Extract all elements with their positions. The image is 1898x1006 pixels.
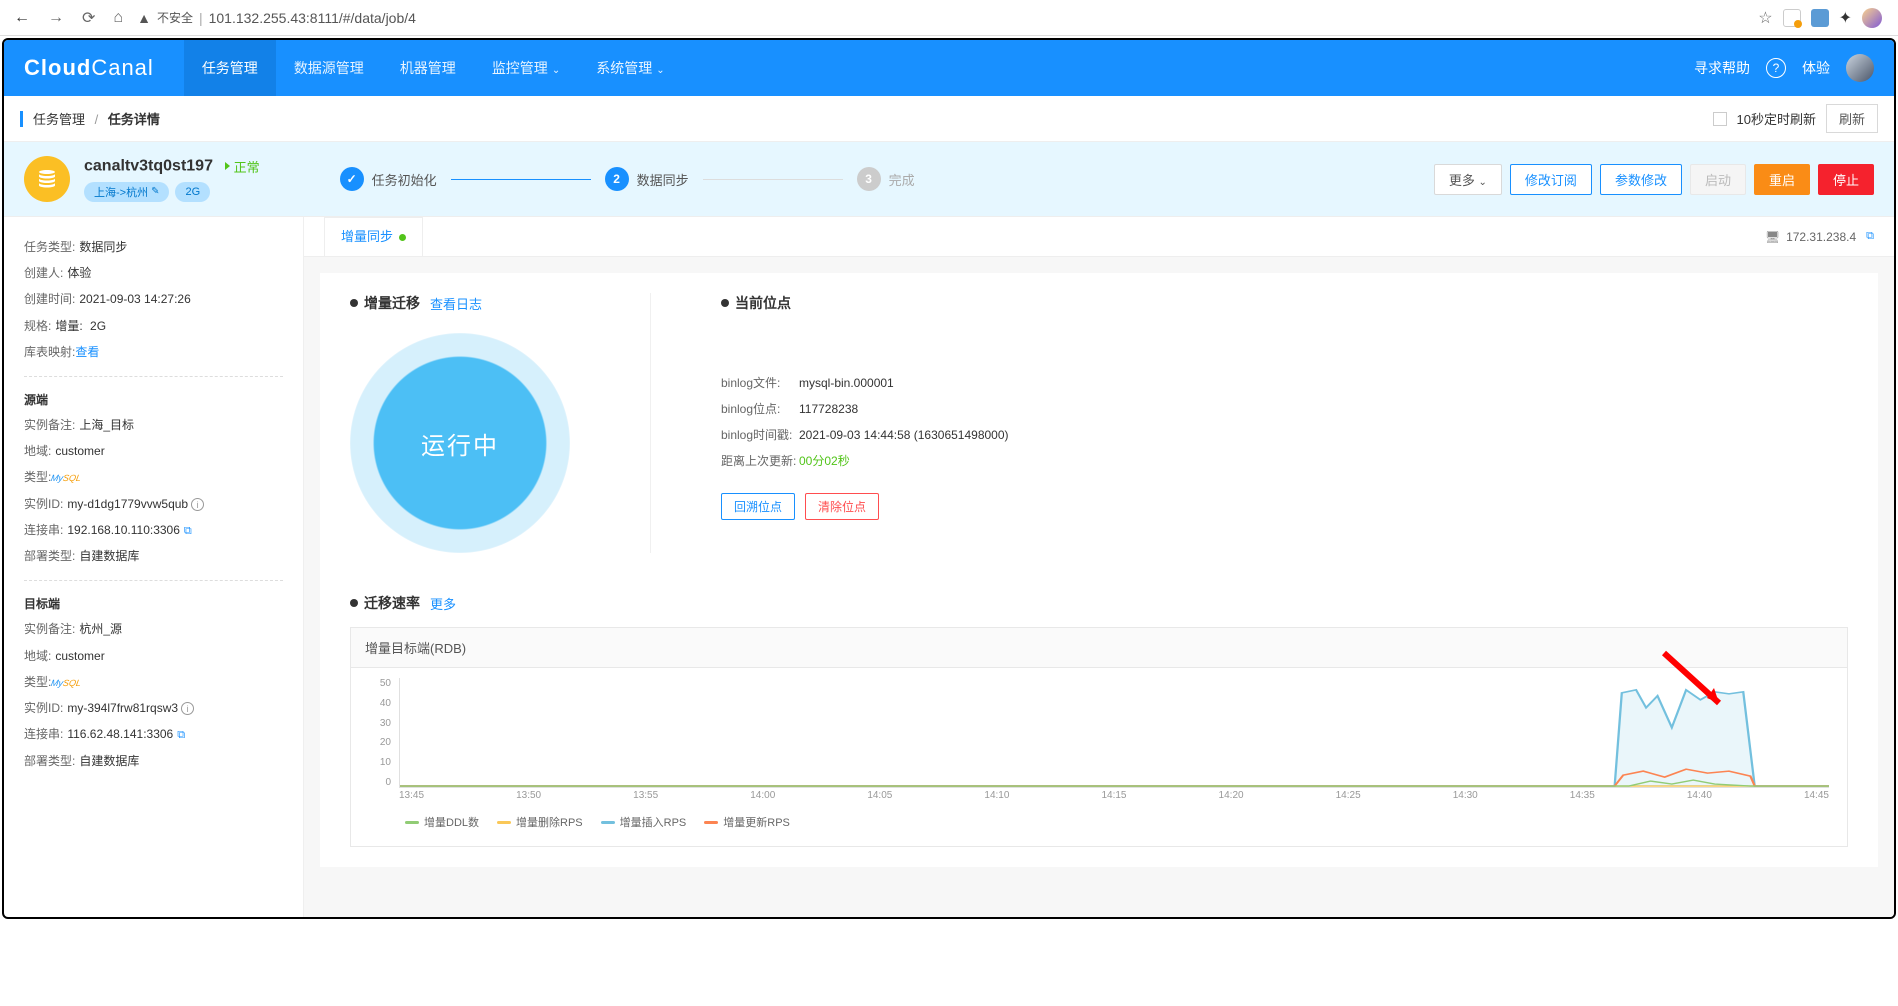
rate-chart: 增量目标端(RDB) 50 40 30 20 10 0 xyxy=(350,627,1848,847)
legend-update[interactable]: 增量更新RPS xyxy=(704,814,790,830)
mysql-icon: MySQL xyxy=(50,676,83,690)
app-header: CloudCanal 任务管理 数据源管理 机器管理 监控管理⌄ 系统管理⌄ 寻… xyxy=(4,40,1894,96)
nav-monitor[interactable]: 监控管理⌄ xyxy=(474,40,578,96)
nav-machine[interactable]: 机器管理 xyxy=(382,40,474,96)
job-name: canaltv3tq0st197 xyxy=(84,157,213,174)
tab-bar: 增量同步 🖥 172.31.238.4 ⧉ xyxy=(304,217,1894,257)
chart-y-axis: 50 40 30 20 10 0 xyxy=(365,678,395,788)
tag-spec[interactable]: 2G xyxy=(175,182,210,202)
nav-job[interactable]: 任务管理 xyxy=(184,40,276,96)
legend-insert[interactable]: 增量插入RPS xyxy=(601,814,687,830)
browser-back-icon[interactable]: ← xyxy=(10,7,34,29)
chevron-down-icon: ⌄ xyxy=(1479,177,1487,188)
main-content: 增量同步 🖥 172.31.238.4 ⧉ 增量迁移 查看日志 运行中 xyxy=(304,217,1894,917)
server-icon: 🖥 xyxy=(1765,230,1780,244)
breadcrumb-current: 任务详情 xyxy=(108,112,160,127)
main-nav: 任务管理 数据源管理 机器管理 监控管理⌄ 系统管理⌄ xyxy=(184,40,683,96)
breadcrumb-accent xyxy=(20,111,23,127)
edit-icon: ✎ xyxy=(151,186,159,197)
legend-delete[interactable]: 增量删除RPS xyxy=(497,814,583,830)
breadcrumb: 任务管理 / 任务详情 xyxy=(33,109,160,128)
user-avatar[interactable] xyxy=(1846,54,1874,82)
bookmark-icon[interactable]: ☆ xyxy=(1758,8,1772,28)
nav-system[interactable]: 系统管理⌄ xyxy=(578,40,682,96)
status-dot-icon xyxy=(399,234,406,241)
chevron-down-icon: ⌄ xyxy=(552,65,560,76)
breadcrumb-row: 任务管理 / 任务详情 10秒定时刷新 刷新 xyxy=(4,96,1894,142)
target-heading: 目标端 xyxy=(24,595,283,612)
more-button[interactable]: 更多 ⌄ xyxy=(1434,164,1502,195)
url-text: 101.132.255.43:8111/#/data/job/4 xyxy=(209,10,416,26)
job-banner: canaltv3tq0st197 正常 上海->杭州✎ 2G ✓ 任务初始化 2… xyxy=(4,142,1894,217)
copy-icon[interactable]: ⧉ xyxy=(177,729,185,741)
view-log-link[interactable]: 查看日志 xyxy=(430,294,482,313)
clear-position-button[interactable]: 清除位点 xyxy=(805,493,879,520)
browser-home-icon[interactable]: ⌂ xyxy=(109,7,127,29)
help-icon[interactable]: ? xyxy=(1766,58,1786,78)
step-2-icon: 2 xyxy=(605,167,629,191)
source-heading: 源端 xyxy=(24,391,283,408)
server-ip: 172.31.238.4 xyxy=(1786,230,1856,244)
start-button: 启动 xyxy=(1690,164,1746,195)
extensions-icon[interactable]: ✦ xyxy=(1839,8,1852,28)
user-label[interactable]: 体验 xyxy=(1802,58,1830,78)
migrate-panel-title: 增量迁移 查看日志 xyxy=(350,293,610,313)
chevron-down-icon: ⌄ xyxy=(656,65,664,76)
extension-icon-2[interactable] xyxy=(1811,9,1829,27)
breadcrumb-root[interactable]: 任务管理 xyxy=(33,112,85,127)
job-sidebar: 任务类型:数据同步 创建人:体验 创建时间:2021-09-03 14:27:2… xyxy=(4,217,304,917)
rate-panel-title: 迁移速率 更多 xyxy=(350,593,1848,613)
rollback-position-button[interactable]: 回溯位点 xyxy=(721,493,795,520)
step-3-label: 完成 xyxy=(889,170,915,189)
help-link[interactable]: 寻求帮助 xyxy=(1694,58,1750,78)
info-icon[interactable]: i xyxy=(191,498,204,511)
tab-incremental[interactable]: 增量同步 xyxy=(324,217,423,257)
browser-reload-icon[interactable]: ⟳ xyxy=(78,6,99,30)
app-logo[interactable]: CloudCanal xyxy=(24,55,154,81)
browser-url-bar[interactable]: ▲ 不安全 | 101.132.255.43:8111/#/data/job/4 xyxy=(137,9,1748,26)
running-status-circle: 运行中 xyxy=(350,333,570,553)
edit-subscription-button[interactable]: 修改订阅 xyxy=(1510,164,1592,195)
tag-route[interactable]: 上海->杭州✎ xyxy=(84,182,169,202)
copy-icon[interactable]: ⧉ xyxy=(184,525,192,537)
chart-title: 增量目标端(RDB) xyxy=(351,628,1847,668)
legend-ddl[interactable]: 增量DDL数 xyxy=(405,814,479,830)
browser-forward-icon[interactable]: → xyxy=(44,7,68,29)
auto-refresh-label: 10秒定时刷新 xyxy=(1737,109,1816,128)
chart-x-axis: 13:45 13:50 13:55 14:00 14:05 14:10 14:1… xyxy=(399,790,1829,808)
browser-toolbar: ← → ⟳ ⌂ ▲ 不安全 | 101.132.255.43:8111/#/da… xyxy=(0,0,1898,36)
nav-datasource[interactable]: 数据源管理 xyxy=(276,40,382,96)
browser-profile-avatar[interactable] xyxy=(1862,8,1882,28)
step-1-icon: ✓ xyxy=(340,167,364,191)
chart-plot-area xyxy=(399,678,1829,788)
position-panel-title: 当前位点 xyxy=(721,293,1009,313)
auto-refresh-checkbox[interactable] xyxy=(1713,112,1727,126)
step-2-label: 数据同步 xyxy=(637,170,689,189)
mysql-icon: MySQL xyxy=(50,471,83,485)
refresh-button[interactable]: 刷新 xyxy=(1826,104,1878,133)
step-3-icon: 3 xyxy=(857,167,881,191)
info-icon[interactable]: i xyxy=(181,702,194,715)
job-status: 正常 xyxy=(225,157,260,176)
job-steps: ✓ 任务初始化 2 数据同步 3 完成 xyxy=(340,167,1434,191)
stop-button[interactable]: 停止 xyxy=(1818,164,1874,195)
edit-params-button[interactable]: 参数修改 xyxy=(1600,164,1682,195)
step-1-label: 任务初始化 xyxy=(372,170,437,189)
rate-more-link[interactable]: 更多 xyxy=(430,594,456,613)
restart-button[interactable]: 重启 xyxy=(1754,164,1810,195)
play-icon xyxy=(225,162,230,170)
chart-legend: 增量DDL数 增量删除RPS 增量插入RPS 增量更新RPS xyxy=(365,808,1833,840)
insecure-icon: ▲ xyxy=(137,10,151,26)
insecure-label: 不安全 xyxy=(157,9,193,26)
extension-icon-1[interactable] xyxy=(1783,9,1801,27)
view-mapping-link[interactable]: 查看 xyxy=(75,345,99,359)
copy-icon[interactable]: ⧉ xyxy=(1866,230,1874,243)
job-type-icon xyxy=(24,156,70,202)
